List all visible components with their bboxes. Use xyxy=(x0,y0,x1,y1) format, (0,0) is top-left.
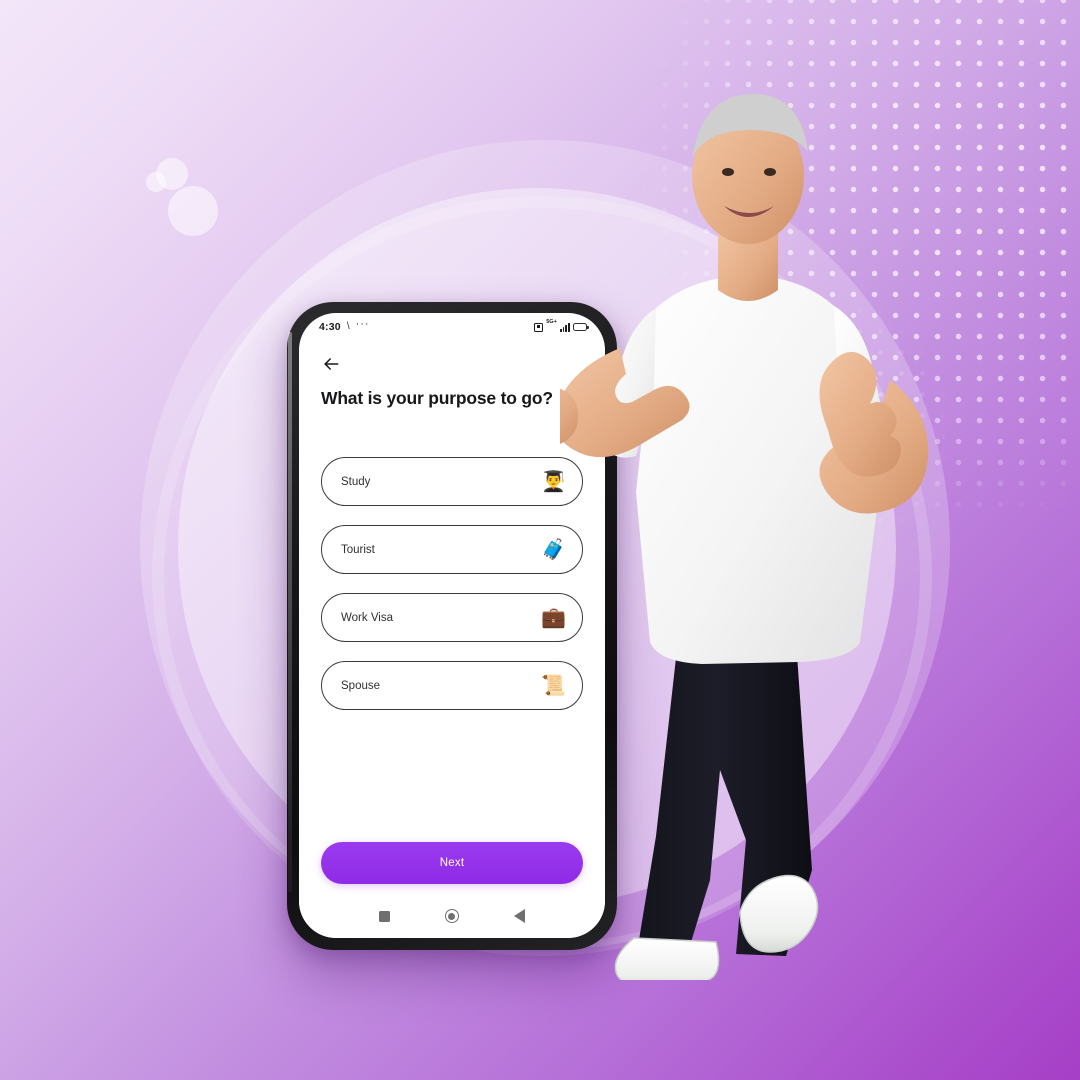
status-time: 4:30 xyxy=(319,321,341,333)
option-label: Work Visa xyxy=(341,611,393,624)
next-button[interactable]: Next xyxy=(321,842,583,884)
android-nav-bar xyxy=(299,898,605,938)
home-circle-icon[interactable] xyxy=(444,909,459,923)
poster-canvas: 4:30 \ ··· 5G+ What is your purpose to g… xyxy=(0,0,1080,1080)
app-content: What is your purpose to go? Study 👨‍🎓 To… xyxy=(299,339,605,898)
page-title: What is your purpose to go? xyxy=(321,388,553,408)
status-bar-right: 5G+ xyxy=(534,319,589,332)
status-bar: 4:30 \ ··· 5G+ xyxy=(299,313,605,339)
phone-mockup: 4:30 \ ··· 5G+ What is your purpose to g… xyxy=(287,302,617,950)
option-card-work-visa[interactable]: Work Visa 💼 xyxy=(321,593,583,642)
option-label: Spouse xyxy=(341,679,381,692)
option-card-spouse[interactable]: Spouse 📜 xyxy=(321,661,583,710)
right-eye xyxy=(764,168,776,176)
option-label: Study xyxy=(341,475,371,488)
hair xyxy=(692,93,808,158)
recents-square-icon[interactable] xyxy=(378,910,390,922)
graduate-icon: 👨‍🎓 xyxy=(541,470,566,493)
silent-mode-icon: \ xyxy=(346,320,350,332)
notification-dots-icon: ··· xyxy=(355,318,370,330)
network-type-label: 5G+ xyxy=(546,319,557,326)
phone-screen: 4:30 \ ··· 5G+ What is your purpose to g… xyxy=(299,313,605,938)
work-visa-document-icon: 💼 xyxy=(541,606,566,629)
decorative-bubble-medium xyxy=(156,158,188,190)
battery-icon xyxy=(573,323,589,331)
option-card-tourist[interactable]: Tourist 🧳 xyxy=(321,525,583,574)
purpose-options-list: Study 👨‍🎓 Tourist 🧳 Work Visa 💼 Spouse 📜 xyxy=(321,457,583,710)
back-arrow-icon[interactable] xyxy=(321,354,341,374)
option-card-study[interactable]: Study 👨‍🎓 xyxy=(321,457,583,506)
status-bar-left: 4:30 \ ··· xyxy=(319,318,370,333)
back-triangle-icon[interactable] xyxy=(514,909,526,923)
option-label: Tourist xyxy=(341,543,375,556)
decorative-bubble-large xyxy=(168,186,218,236)
signal-bars-icon xyxy=(559,322,570,332)
certificate-scroll-icon: 📜 xyxy=(541,674,566,697)
left-eye xyxy=(722,168,734,176)
app-bar xyxy=(321,349,583,379)
traveler-luggage-icon: 🧳 xyxy=(541,538,566,561)
nfc-icon xyxy=(534,322,544,332)
